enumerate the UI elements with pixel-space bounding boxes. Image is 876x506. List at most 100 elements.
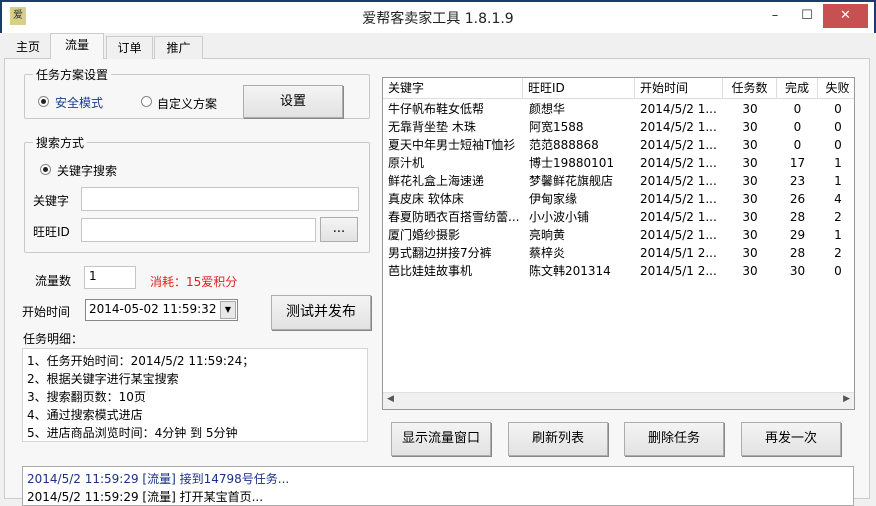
cell-start-time: 2014/5/2 1... bbox=[640, 156, 717, 170]
keyword-input[interactable] bbox=[81, 187, 359, 211]
table-row[interactable]: 夏天中年男士短袖T恤衫 范范888868 2014/5/2 1... 30 0 0 bbox=[383, 136, 854, 154]
traffic-count-input[interactable]: 1 bbox=[84, 266, 136, 289]
tab-promotion[interactable]: 推广 bbox=[154, 36, 203, 59]
cell-start-time: 2014/5/2 1... bbox=[640, 138, 717, 152]
tab-traffic[interactable]: 流量 bbox=[50, 33, 104, 59]
cell-keyword: 原汁机 bbox=[388, 156, 425, 170]
cell-keyword: 牛仔帆布鞋女低帮 bbox=[388, 102, 485, 116]
cell-done: 28 bbox=[789, 246, 806, 260]
table-row[interactable]: 男式翻边拼接7分裤 蔡梓炎 2014/5/1 2... 30 28 2 bbox=[383, 244, 854, 262]
table-row[interactable]: 原汁机 博士19880101 2014/5/2 1... 30 17 1 bbox=[383, 154, 854, 172]
cell-keyword: 芭比娃娃故事机 bbox=[388, 264, 473, 278]
cell-keyword: 男式翻边拼接7分裤 bbox=[388, 246, 492, 260]
cell-done: 28 bbox=[789, 210, 806, 224]
cell-wangwang: 颜想华 bbox=[529, 102, 566, 116]
maximize-button[interactable]: ☐ bbox=[792, 4, 822, 28]
column-header-keyword[interactable]: 关键字 bbox=[383, 78, 523, 99]
cell-tasks: 30 bbox=[742, 264, 758, 278]
radio-keyword-search[interactable] bbox=[40, 164, 51, 175]
cell-wangwang: 梦馨鲜花旗舰店 bbox=[529, 174, 614, 188]
cell-failed: 0 bbox=[834, 138, 842, 152]
cell-keyword: 夏天中年男士短袖T恤衫 bbox=[388, 138, 516, 152]
cell-start-time: 2014/5/2 1... bbox=[640, 192, 717, 206]
cell-keyword: 无靠背坐垫 木珠 bbox=[388, 120, 476, 134]
cell-failed: 0 bbox=[834, 264, 842, 278]
column-header-tasks[interactable]: 任务数 bbox=[723, 78, 777, 99]
cell-failed: 1 bbox=[834, 174, 842, 188]
show-traffic-window-button[interactable]: 显示流量窗口 bbox=[391, 422, 491, 456]
cell-tasks: 30 bbox=[742, 138, 758, 152]
cell-done: 29 bbox=[789, 228, 806, 242]
cell-done: 0 bbox=[793, 138, 802, 152]
cell-done: 17 bbox=[789, 156, 806, 170]
radio-keyword-search-label[interactable]: 关键字搜索 bbox=[57, 162, 117, 179]
cell-keyword: 真皮床 软体床 bbox=[388, 192, 464, 206]
browse-button[interactable]: ... bbox=[320, 217, 358, 242]
cell-failed: 0 bbox=[834, 120, 842, 134]
delete-task-button[interactable]: 删除任务 bbox=[624, 422, 724, 456]
cell-tasks: 30 bbox=[742, 228, 758, 242]
resend-button[interactable]: 再发一次 bbox=[741, 422, 841, 456]
tab-home[interactable]: 主页 bbox=[8, 36, 48, 59]
table-row[interactable]: 厦门婚纱摄影 亮晌黄 2014/5/2 1... 30 29 1 bbox=[383, 226, 854, 244]
refresh-list-button[interactable]: 刷新列表 bbox=[508, 422, 608, 456]
cell-tasks: 30 bbox=[742, 210, 758, 224]
radio-custom-plan-label[interactable]: 自定义方案 bbox=[157, 95, 217, 112]
cell-tasks: 30 bbox=[742, 156, 758, 170]
detail-textbox[interactable]: 1、任务开始时间：2014/5/2 11:59:24； 2、根据关键字进行某宝搜… bbox=[22, 348, 368, 442]
start-time-label: 开始时间 bbox=[22, 305, 71, 319]
cell-failed: 4 bbox=[834, 192, 842, 206]
column-header-wangwang[interactable]: 旺旺ID bbox=[523, 78, 635, 99]
detail-line: 3、搜索翻页数：10页 bbox=[27, 390, 146, 404]
column-header-start-time[interactable]: 开始时间 bbox=[635, 78, 723, 99]
cell-failed: 2 bbox=[834, 246, 842, 260]
cell-tasks: 30 bbox=[742, 246, 758, 260]
detail-line: 4、通过搜索模式进店 bbox=[27, 408, 143, 422]
cell-done: 0 bbox=[793, 120, 802, 134]
close-button[interactable]: ✕ bbox=[823, 4, 868, 28]
dropdown-arrow-icon[interactable]: ▼ bbox=[220, 301, 236, 319]
log-line: 2014/5/2 11:59:29 [流量] 打开某宝首页... bbox=[27, 490, 264, 504]
task-list[interactable]: 关键字 旺旺ID 开始时间 任务数 完成 失败 牛仔帆布鞋女低帮 颜想华 2014/… bbox=[382, 77, 855, 410]
cell-tasks: 30 bbox=[742, 192, 758, 206]
cell-keyword: 春夏防晒衣百搭雪纺蕾... bbox=[388, 210, 520, 224]
table-row[interactable]: 芭比娃娃故事机 陈文韩201314 2014/5/1 2... 30 30 0 bbox=[383, 262, 854, 280]
cell-start-time: 2014/5/2 1... bbox=[640, 102, 717, 116]
wangwang-input[interactable] bbox=[81, 218, 316, 242]
log-textbox[interactable]: 2014/5/2 11:59:29 [流量] 接到14798号任务... 201… bbox=[22, 466, 854, 506]
test-publish-button[interactable]: 测试并发布 bbox=[271, 295, 371, 330]
cell-failed: 0 bbox=[834, 102, 842, 116]
cell-keyword: 鲜花礼盒上海速递 bbox=[388, 174, 485, 188]
tab-orders[interactable]: 订单 bbox=[106, 36, 153, 59]
cell-wangwang: 亮晌黄 bbox=[529, 228, 566, 242]
radio-safe-mode[interactable] bbox=[38, 96, 49, 107]
column-header-failed[interactable]: 失败 bbox=[818, 78, 854, 99]
cell-done: 0 bbox=[793, 102, 802, 116]
cell-done: 23 bbox=[789, 174, 806, 188]
scroll-right-icon[interactable]: ▶ bbox=[843, 394, 850, 404]
wangwang-label: 旺旺ID bbox=[33, 225, 70, 239]
horizontal-scrollbar[interactable]: ◀ ▶ bbox=[383, 392, 854, 409]
start-time-value: 2014-05-02 11:59:32 bbox=[89, 302, 217, 316]
cell-wangwang: 伊甸家缘 bbox=[529, 192, 578, 206]
table-row[interactable]: 春夏防晒衣百搭雪纺蕾... 小小波小铺 2014/5/2 1... 30 28 2 bbox=[383, 208, 854, 226]
radio-safe-mode-label[interactable]: 安全模式 bbox=[55, 94, 103, 111]
scroll-left-icon[interactable]: ◀ bbox=[387, 394, 394, 404]
cell-wangwang: 蔡梓炎 bbox=[529, 246, 566, 260]
cell-start-time: 2014/5/2 1... bbox=[640, 228, 717, 242]
cell-keyword: 厦门婚纱摄影 bbox=[388, 228, 461, 242]
table-row[interactable]: 真皮床 软体床 伊甸家缘 2014/5/2 1... 30 26 4 bbox=[383, 190, 854, 208]
table-row[interactable]: 牛仔帆布鞋女低帮 颜想华 2014/5/2 1... 30 0 0 bbox=[383, 100, 854, 118]
radio-custom-plan[interactable] bbox=[141, 96, 152, 107]
start-time-picker[interactable]: 2014-05-02 11:59:32 ▼ bbox=[85, 299, 238, 321]
table-row[interactable]: 无靠背坐垫 木珠 阿宽1588 2014/5/2 1... 30 0 0 bbox=[383, 118, 854, 136]
cell-tasks: 30 bbox=[742, 102, 758, 116]
cell-start-time: 2014/5/1 2... bbox=[640, 246, 717, 260]
cell-done: 26 bbox=[789, 192, 806, 206]
settings-button[interactable]: 设置 bbox=[243, 85, 343, 118]
minimize-button[interactable]: – bbox=[760, 4, 790, 28]
table-row[interactable]: 鲜花礼盒上海速递 梦馨鲜花旗舰店 2014/5/2 1... 30 23 1 bbox=[383, 172, 854, 190]
column-header-done[interactable]: 完成 bbox=[777, 78, 818, 99]
search-group-title: 搜索方式 bbox=[33, 134, 88, 151]
cell-wangwang: 阿宽1588 bbox=[529, 120, 584, 134]
